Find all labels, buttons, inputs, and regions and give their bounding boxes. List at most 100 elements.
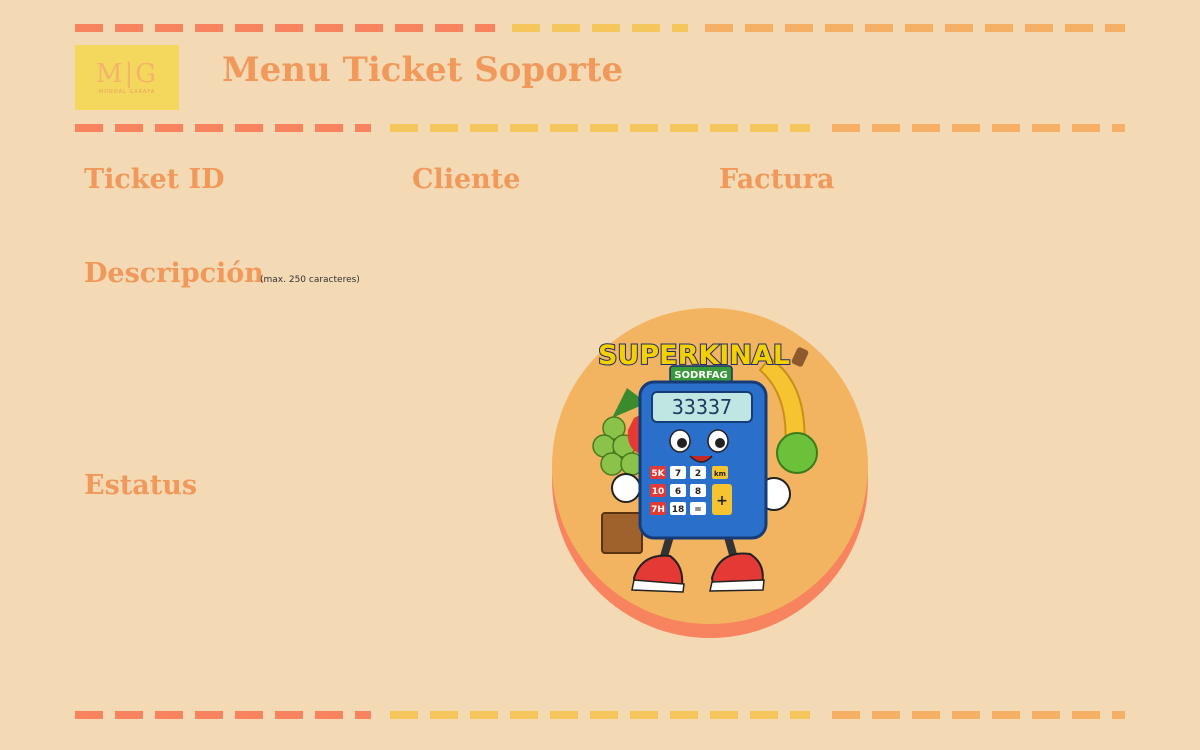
dash-segment: [75, 711, 103, 719]
page-title: Menu Ticket Soporte: [222, 50, 624, 90]
dash-segment: [592, 24, 620, 32]
dash-segment: [952, 711, 980, 719]
dash-segment: [550, 124, 578, 132]
dash-segment: [390, 711, 418, 719]
calc-key: 2: [695, 469, 701, 479]
calc-key: 6: [675, 487, 681, 497]
dash-segment: [275, 24, 303, 32]
dash-segment: [275, 711, 303, 719]
dash-segment: [475, 24, 495, 32]
calc-key: 7H: [651, 505, 665, 515]
dash-segment: [630, 711, 658, 719]
dash-segment: [750, 124, 778, 132]
dash-segment: [992, 124, 1020, 132]
dash-segment: [872, 711, 900, 719]
dash-segment: [355, 24, 383, 32]
dash-segment: [155, 124, 183, 132]
dash-segment: [1112, 711, 1125, 719]
dash-segment: [235, 711, 263, 719]
estatus-label: Estatus: [84, 470, 198, 501]
dash-segment: [790, 711, 810, 719]
dash-segment: [195, 124, 223, 132]
dash-segment: [670, 711, 698, 719]
dash-segment: [195, 711, 223, 719]
dash-segment: [552, 24, 580, 32]
dash-segment: [590, 711, 618, 719]
logo: M|G MONDAL GARAFA: [75, 45, 179, 110]
dash-segment: [235, 24, 263, 32]
calc-key: km: [714, 470, 726, 478]
calc-key: 7: [675, 469, 681, 479]
dash-segment: [590, 124, 618, 132]
dash-segment: [832, 711, 860, 719]
cliente-label: Cliente: [412, 164, 521, 195]
factura-label: Factura: [719, 164, 835, 195]
ticket-id-label: Ticket ID: [84, 164, 225, 195]
descripcion-label: Descripción: [84, 258, 264, 289]
logo-subtitle: MONDAL GARAFA: [98, 88, 156, 95]
dash-segment: [1105, 24, 1125, 32]
dash-segment: [745, 24, 773, 32]
dash-segment: [75, 24, 103, 32]
dash-segment: [235, 124, 263, 132]
dash-segment: [1065, 24, 1093, 32]
dash-segment: [115, 24, 143, 32]
dash-segment: [390, 124, 418, 132]
calc-key: =: [694, 505, 702, 515]
calc-key-plus: +: [716, 493, 728, 509]
dash-segment: [945, 24, 973, 32]
dash-segment: [1032, 124, 1060, 132]
dash-segment: [832, 124, 860, 132]
dash-segment: [630, 124, 658, 132]
dash-segment: [825, 24, 853, 32]
dash-segment: [992, 711, 1020, 719]
calc-key: 5K: [651, 469, 665, 479]
dash-segment: [705, 24, 733, 32]
dash-segment: [435, 24, 463, 32]
dash-segment: [865, 24, 893, 32]
descripcion-char-limit-note: (max. 250 caracteres): [260, 275, 360, 285]
calculator-display: 33337: [672, 395, 732, 419]
dash-segment: [355, 124, 371, 132]
brand-subtext: SODRFAG: [674, 370, 727, 381]
dash-segment: [952, 124, 980, 132]
dash-segment: [632, 24, 660, 32]
dash-segment: [710, 711, 738, 719]
dash-segment: [750, 711, 778, 719]
dash-segment: [550, 711, 578, 719]
logo-mark: M|G: [95, 58, 159, 89]
calc-key: 18: [672, 505, 685, 515]
dash-segment: [470, 711, 498, 719]
dash-segment: [912, 711, 940, 719]
dash-segment: [115, 711, 143, 719]
calc-key: 8: [695, 487, 701, 497]
dash-segment: [985, 24, 1013, 32]
dash-segment: [430, 711, 458, 719]
dash-segment: [275, 124, 303, 132]
superkinal-mascot-image: SUPERKINAL SODRFAG 33337 5K 7 2 km 10 6 …: [552, 308, 868, 638]
dash-segment: [670, 124, 698, 132]
dash-segment: [155, 711, 183, 719]
dash-segment: [1072, 124, 1100, 132]
dash-segment: [395, 24, 423, 32]
dash-segment: [872, 124, 900, 132]
dash-segment: [430, 124, 458, 132]
dash-segment: [1032, 711, 1060, 719]
dash-segment: [510, 711, 538, 719]
dash-segment: [905, 24, 933, 32]
dash-segment: [672, 24, 688, 32]
dash-segment: [195, 24, 223, 32]
dash-segment: [315, 24, 343, 32]
dash-segment: [1072, 711, 1100, 719]
dash-segment: [1025, 24, 1053, 32]
dash-segment: [355, 711, 371, 719]
dash-segment: [315, 124, 343, 132]
dash-segment: [1112, 124, 1125, 132]
dash-segment: [785, 24, 813, 32]
dash-segment: [512, 24, 540, 32]
dash-segment: [470, 124, 498, 132]
dash-segment: [75, 124, 103, 132]
dash-segment: [790, 124, 810, 132]
dash-segment: [510, 124, 538, 132]
dash-segment: [315, 711, 343, 719]
